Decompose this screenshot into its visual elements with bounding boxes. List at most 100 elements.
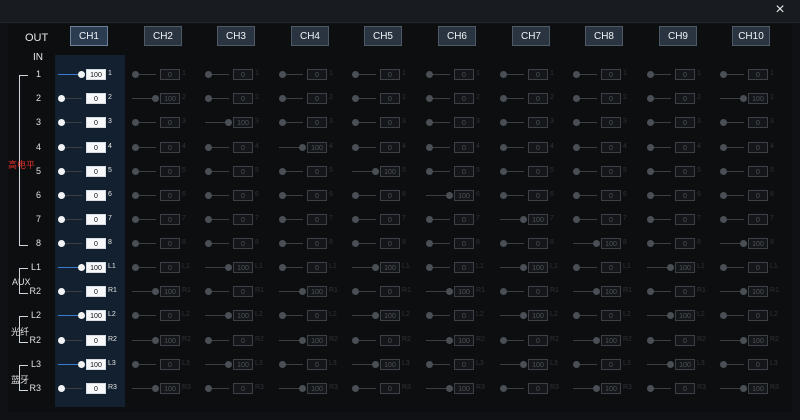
gain-value-input[interactable]: 0	[307, 117, 327, 128]
slider-knob[interactable]	[573, 95, 580, 102]
slider-knob[interactable]	[647, 385, 654, 392]
gain-cell-1-9[interactable]: 100 2	[720, 92, 785, 106]
gain-value-input[interactable]: 0	[454, 69, 474, 80]
gain-cell-9-6[interactable]: 0 R1	[500, 285, 565, 299]
slider-knob[interactable]	[132, 168, 139, 175]
gain-cell-0-5[interactable]: 01	[426, 68, 491, 82]
gain-cell-13-7[interactable]: 100 R3	[573, 382, 638, 396]
gain-cell-9-7[interactable]: 100 R1	[573, 285, 638, 299]
gain-value-input[interactable]: 0	[675, 214, 695, 225]
slider-knob[interactable]	[593, 385, 600, 392]
gain-cell-6-4[interactable]: 07	[352, 213, 417, 227]
gain-value-input[interactable]: 0	[160, 190, 180, 201]
slider-knob[interactable]	[720, 312, 727, 319]
slider-knob[interactable]	[720, 71, 727, 78]
gain-cell-12-1[interactable]: 0 L3	[132, 358, 197, 372]
gain-value-input[interactable]: 0	[307, 93, 327, 104]
slider-knob[interactable]	[500, 168, 507, 175]
gain-value-input[interactable]: 100	[601, 238, 621, 249]
gain-cell-4-3[interactable]: 05	[279, 165, 344, 179]
gain-value-input[interactable]: 0	[380, 142, 400, 153]
gain-value-input[interactable]: 0	[86, 214, 106, 225]
gain-value-input[interactable]: 0	[748, 214, 768, 225]
slider-knob[interactable]	[720, 144, 727, 151]
gain-value-input[interactable]: 0	[454, 262, 474, 273]
gain-cell-5-4[interactable]: 06	[352, 189, 417, 203]
slider-knob[interactable]	[647, 288, 654, 295]
tab-ch5[interactable]: CH5	[364, 26, 402, 46]
gain-value-input[interactable]: 100	[160, 335, 180, 346]
gain-cell-9-9[interactable]: 100 R1	[720, 285, 785, 299]
gain-cell-2-0[interactable]: 03	[58, 116, 123, 130]
gain-cell-8-6[interactable]: 100 L1	[500, 261, 565, 275]
gain-cell-13-1[interactable]: 100 R3	[132, 382, 197, 396]
slider-knob[interactable]	[225, 119, 232, 126]
gain-cell-3-6[interactable]: 04	[500, 141, 565, 155]
gain-value-input[interactable]: 0	[675, 93, 695, 104]
gain-value-input[interactable]: 100	[380, 166, 400, 177]
gain-cell-5-3[interactable]: 06	[279, 189, 344, 203]
gain-cell-11-2[interactable]: 0 R2	[205, 334, 270, 348]
slider-knob[interactable]	[58, 240, 65, 247]
slider-knob[interactable]	[279, 264, 286, 271]
slider-knob[interactable]	[352, 144, 359, 151]
slider-knob[interactable]	[500, 240, 507, 247]
gain-value-input[interactable]: 0	[160, 166, 180, 177]
gain-cell-7-8[interactable]: 08	[647, 237, 712, 251]
gain-value-input[interactable]: 100	[160, 383, 180, 394]
gain-value-input[interactable]: 0	[307, 310, 327, 321]
slider-knob[interactable]	[647, 192, 654, 199]
gain-cell-6-7[interactable]: 07	[573, 213, 638, 227]
gain-cell-8-9[interactable]: 0 L1	[720, 261, 785, 275]
slider-knob[interactable]	[132, 119, 139, 126]
gain-value-input[interactable]: 100	[233, 262, 253, 273]
slider-knob[interactable]	[520, 361, 527, 368]
gain-cell-5-8[interactable]: 06	[647, 189, 712, 203]
gain-value-input[interactable]: 0	[380, 286, 400, 297]
gain-value-input[interactable]: 0	[307, 359, 327, 370]
slider-knob[interactable]	[299, 385, 306, 392]
slider-knob[interactable]	[132, 192, 139, 199]
gain-value-input[interactable]: 100	[233, 310, 253, 321]
slider-knob[interactable]	[152, 288, 159, 295]
gain-value-input[interactable]: 100	[748, 335, 768, 346]
slider-knob[interactable]	[205, 168, 212, 175]
gain-cell-4-6[interactable]: 05	[500, 165, 565, 179]
gain-value-input[interactable]: 0	[307, 190, 327, 201]
slider-knob[interactable]	[647, 337, 654, 344]
gain-cell-0-1[interactable]: 01	[132, 68, 197, 82]
slider-knob[interactable]	[500, 337, 507, 344]
gain-cell-1-5[interactable]: 02	[426, 92, 491, 106]
gain-cell-13-9[interactable]: 100 R3	[720, 382, 785, 396]
slider-knob[interactable]	[58, 168, 65, 175]
slider-knob[interactable]	[58, 119, 65, 126]
gain-cell-6-8[interactable]: 07	[647, 213, 712, 227]
gain-cell-7-3[interactable]: 08	[279, 237, 344, 251]
slider-knob[interactable]	[132, 240, 139, 247]
gain-cell-2-2[interactable]: 100 3	[205, 116, 270, 130]
gain-value-input[interactable]: 100	[307, 286, 327, 297]
slider-knob[interactable]	[573, 144, 580, 151]
gain-cell-3-8[interactable]: 04	[647, 141, 712, 155]
gain-cell-8-1[interactable]: 0 L1	[132, 261, 197, 275]
slider-knob[interactable]	[573, 119, 580, 126]
gain-value-input[interactable]: 0	[86, 117, 106, 128]
slider-knob[interactable]	[152, 385, 159, 392]
slider-knob[interactable]	[352, 288, 359, 295]
slider-knob[interactable]	[299, 144, 306, 151]
gain-value-input[interactable]: 0	[380, 117, 400, 128]
slider-knob[interactable]	[520, 312, 527, 319]
gain-cell-0-9[interactable]: 01	[720, 68, 785, 82]
slider-knob[interactable]	[132, 264, 139, 271]
slider-knob[interactable]	[573, 264, 580, 271]
gain-value-input[interactable]: 0	[528, 190, 548, 201]
gain-value-input[interactable]: 0	[233, 93, 253, 104]
gain-cell-4-4[interactable]: 100 5	[352, 165, 417, 179]
gain-cell-2-4[interactable]: 03	[352, 116, 417, 130]
slider-knob[interactable]	[279, 71, 286, 78]
gain-value-input[interactable]: 0	[160, 359, 180, 370]
slider-knob[interactable]	[58, 192, 65, 199]
slider-knob[interactable]	[500, 144, 507, 151]
slider-knob[interactable]	[132, 216, 139, 223]
slider-knob[interactable]	[58, 95, 65, 102]
